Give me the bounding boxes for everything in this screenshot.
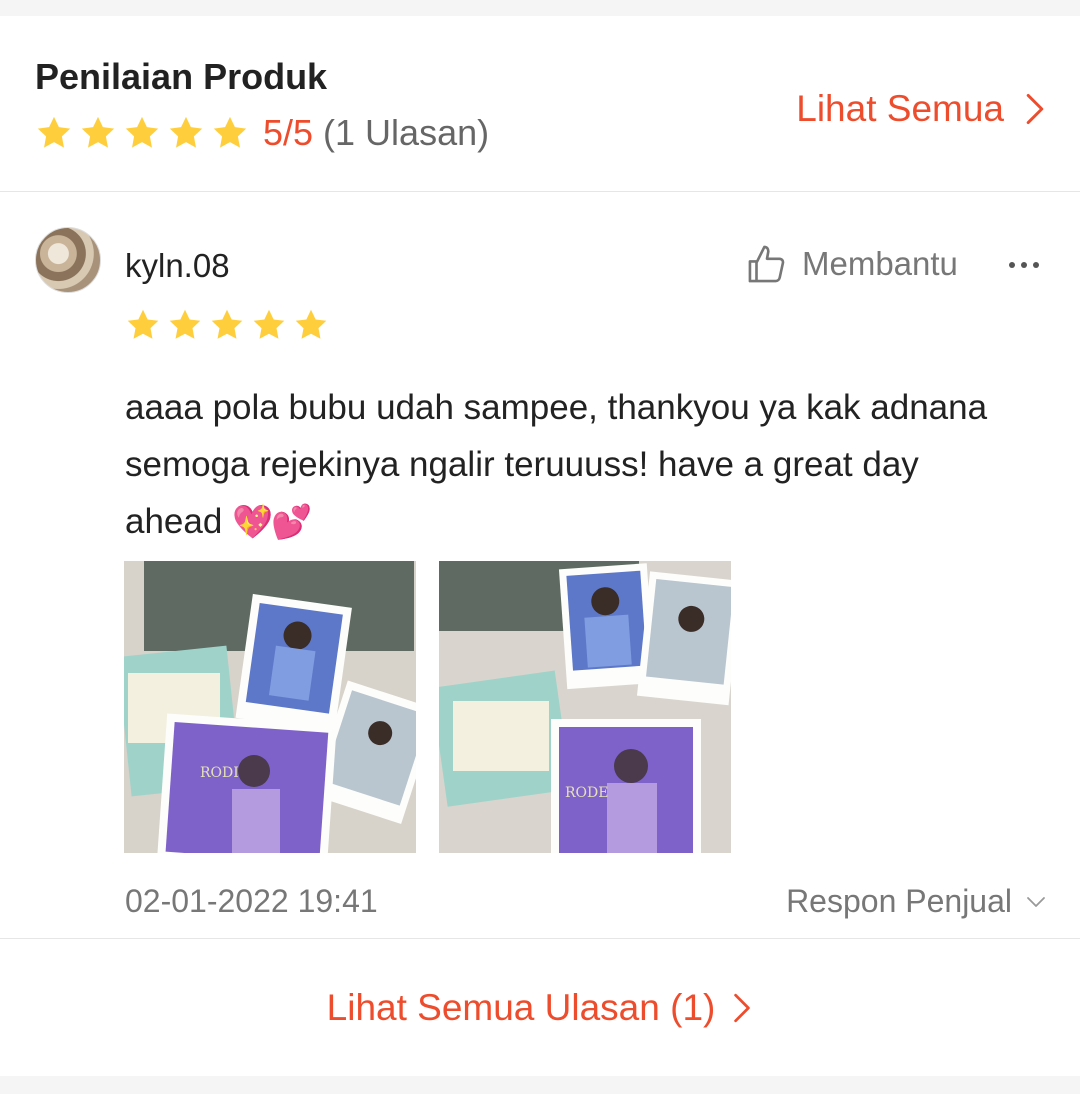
star-icon: [293, 307, 329, 343]
star-icon: [211, 114, 249, 152]
review-emoji: 💖💕: [232, 503, 312, 540]
chevron-down-icon: [1026, 895, 1046, 909]
star-icon: [167, 114, 205, 152]
more-dots-icon: [1006, 262, 1042, 268]
avatar[interactable]: [35, 227, 101, 293]
star-icon: [123, 114, 161, 152]
more-options-button[interactable]: [1004, 245, 1044, 285]
thumbs-up-icon: [746, 243, 788, 285]
seller-response-toggle[interactable]: Respon Penjual: [786, 883, 1046, 920]
see-all-reviews-label: Lihat Semua Ulasan (1): [326, 987, 716, 1028]
review-count: (1 Ulasan): [323, 112, 490, 153]
star-icon: [35, 114, 73, 152]
review-photos: RODI RODE: [124, 561, 731, 853]
helpful-label: Membantu: [802, 245, 958, 282]
star-icon: [125, 307, 161, 343]
review-item: kyln.08 Membantu aaaa pola bubu udah sam…: [0, 193, 1080, 939]
rating-summary: 5/5 (1 Ulasan): [35, 112, 489, 154]
helpful-button[interactable]: Membantu: [746, 243, 958, 285]
review-photo-2[interactable]: RODE: [439, 561, 731, 853]
svg-text:RODE: RODE: [565, 785, 608, 801]
product-rating-card: Penilaian Produk 5/5 (1 Ulasan) Lihat Se…: [0, 16, 1080, 1076]
star-icon: [167, 307, 203, 343]
reviewer-username: kyln.08: [125, 247, 230, 284]
rating-header: Penilaian Produk 5/5 (1 Ulasan) Lihat Se…: [0, 16, 1080, 192]
see-all-reviews-button[interactable]: Lihat Semua Ulasan (1): [0, 940, 1080, 1076]
review-comment: aaaa pola bubu udah sampee, thankyou ya …: [125, 379, 1025, 550]
review-stars: [125, 307, 329, 343]
review-date: 02-01-2022 19:41: [125, 883, 378, 919]
see-all-label: Lihat Semua: [796, 88, 1004, 129]
section-title: Penilaian Produk: [35, 56, 328, 97]
star-icon: [79, 114, 117, 152]
see-all-button[interactable]: Lihat Semua: [796, 88, 1048, 130]
seller-response-label: Respon Penjual: [786, 883, 1012, 919]
rating-value: 5/5: [263, 112, 314, 153]
review-photo-1[interactable]: RODI: [124, 561, 416, 853]
see-all-reviews-link: Lihat Semua Ulasan (1): [327, 987, 754, 1029]
star-icon: [209, 307, 245, 343]
star-icon: [251, 307, 287, 343]
chevron-right-icon: [731, 992, 753, 1024]
svg-text:RODI: RODI: [200, 765, 239, 781]
summary-stars: [35, 114, 249, 152]
chevron-right-icon: [1022, 92, 1048, 126]
